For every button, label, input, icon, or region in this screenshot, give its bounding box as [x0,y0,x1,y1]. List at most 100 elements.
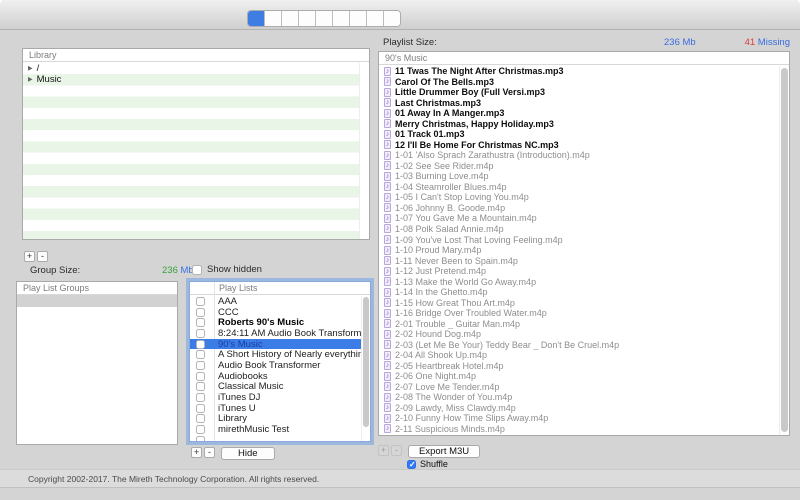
playlist-checkbox[interactable] [196,329,205,338]
file-row[interactable]: ♪Carol Of The Bells.mp3 [379,77,778,88]
files-remove-button[interactable]: - [391,445,402,456]
tab[interactable] [282,11,299,26]
file-row[interactable]: ♪2-11 Suspicious Minds.m4p [379,424,778,435]
file-row[interactable]: ♪1-13 Make the World Go Away.m4p [379,276,778,287]
audio-file-icon: ♪ [384,172,391,181]
file-row[interactable]: ♪2-05 Heartbreak Hotel.m4p [379,360,778,371]
shuffle-checkbox[interactable] [407,460,416,469]
file-row[interactable]: ♪2-02 Hound Dog.m4p [379,329,778,340]
tab[interactable] [367,11,384,26]
files-scrollbar[interactable] [779,66,789,435]
playlist-checkbox[interactable] [196,297,205,306]
playlist-checkbox[interactable] [196,340,205,349]
playlist-checkbox[interactable] [196,361,205,370]
playlist-item[interactable] [190,435,361,441]
file-row[interactable]: ♪01 Away In A Manger.mp3 [379,108,778,119]
file-row[interactable]: ♪01 Track 01.mp3 [379,129,778,140]
file-row[interactable]: ♪1-14 In the Ghetto.m4p [379,287,778,298]
playlist-item[interactable]: CCC [190,307,361,318]
library-tree-item[interactable]: ▶Music [23,74,359,85]
file-row[interactable]: ♪Merry Christmas, Happy Holiday.mp3 [379,119,778,130]
file-row[interactable]: ♪1-08 Polk Salad Annie.m4p [379,224,778,235]
playlist-groups-header: Play List Groups [17,282,177,295]
export-m3u-button[interactable]: Export M3U [408,445,480,458]
playlists-remove-button[interactable]: - [204,447,215,458]
file-row[interactable]: ♪1-02 See See Rider.m4p [379,161,778,172]
tab[interactable] [265,11,282,26]
file-row[interactable]: ♪2-07 Love Me Tender.m4p [379,381,778,392]
playlist-group-item[interactable] [17,307,177,319]
file-row[interactable]: ♪1-11 Never Been to Spain.m4p [379,255,778,266]
playlist-checkbox[interactable] [196,436,205,441]
hide-button[interactable]: Hide [221,447,275,460]
file-row[interactable]: ♪1-01 'Also Sprach Zarathustra (Introduc… [379,150,778,161]
file-row[interactable]: ♪1-07 You Gave Me a Mountain.m4p [379,213,778,224]
file-row[interactable]: ♪2-10 Funny How Time Slips Away.m4p [379,413,778,424]
playlist-item[interactable]: Audio Book Transformer [190,360,361,371]
file-row[interactable]: ♪2-01 Trouble _ Guitar Man.m4p [379,318,778,329]
playlists-buttons: +- Hide [191,447,275,460]
tab[interactable] [384,11,400,26]
playlist-item[interactable]: 90's Music [190,339,361,350]
file-row[interactable]: ♪2-04 All Shook Up.m4p [379,350,778,361]
playlists-add-button[interactable]: + [191,447,202,458]
library-tree-item[interactable]: ▶/ [23,63,359,74]
playlist-item[interactable]: 8:24:11 AM Audio Book Transformer CD [190,328,361,339]
playlist-group-item[interactable] [17,295,177,307]
file-row[interactable]: ♪2-09 Lawdy, Miss Clawdy.m4p [379,403,778,414]
file-row[interactable]: ♪1-05 I Can't Stop Loving You.m4p [379,192,778,203]
playlist-item[interactable]: AAA [190,296,361,307]
playlist-item[interactable]: Audiobooks [190,371,361,382]
file-row[interactable]: ♪1-04 Steamroller Blues.m4p [379,182,778,193]
tab[interactable] [316,11,333,26]
library-add-button[interactable]: + [24,251,35,262]
playlist-checkbox[interactable] [196,404,205,413]
playlists-scrollbar-thumb[interactable] [363,297,369,427]
file-row[interactable]: ♪1-09 You've Lost That Loving Feeling.m4… [379,234,778,245]
audio-file-icon: ♪ [384,235,391,244]
file-row[interactable]: ♪1-06 Johnny B. Goode.m4p [379,203,778,214]
file-row[interactable]: ♪1-16 Bridge Over Troubled Water.m4p [379,308,778,319]
file-row[interactable]: ♪1-15 How Great Thou Art.m4p [379,297,778,308]
playlist-checkbox[interactable] [196,308,205,317]
library-scrollbar[interactable] [359,63,369,239]
audio-file-icon: ♪ [384,330,391,339]
file-row[interactable]: ♪1-10 Proud Mary.m4p [379,245,778,256]
file-row[interactable]: ♪Little Drummer Boy (Full Versi.mp3 [379,87,778,98]
playlist-checkbox[interactable] [196,372,205,381]
show-hidden-checkbox[interactable] [192,265,202,275]
file-row[interactable]: ♪11 Twas The Night After Christmas.mp3 [379,66,778,77]
file-row[interactable]: ♪2-03 (Let Me Be Your) Teddy Bear _ Don'… [379,339,778,350]
file-row[interactable]: ♪12 I'll Be Home For Christmas NC.mp3 [379,140,778,151]
playlist-checkbox[interactable] [196,350,205,359]
playlist-item[interactable]: A Short History of Nearly everything [190,349,361,360]
playlist-item[interactable]: mirethMusic Test [190,424,361,435]
file-row[interactable]: ♪2-08 The Wonder of You.m4p [379,392,778,403]
file-row[interactable]: ♪1-03 Burning Love.m4p [379,171,778,182]
file-row[interactable]: ♪2-06 One Night.m4p [379,371,778,382]
playlist-checkbox[interactable] [196,425,205,434]
playlist-groups-panel: Play List Groups [16,281,178,445]
chevron-right-icon[interactable]: ▶ [28,65,33,73]
playlist-item[interactable]: Classical Music [190,382,361,393]
tab[interactable] [248,11,265,26]
files-scrollbar-thumb[interactable] [781,68,788,432]
audio-file-icon: ♪ [384,403,391,412]
playlists-scrollbar[interactable] [361,296,370,441]
tab[interactable] [350,11,367,26]
files-add-button[interactable]: + [378,445,389,456]
playlist-item[interactable]: Roberts 90's Music [190,317,361,328]
playlist-item[interactable]: iTunes DJ [190,392,361,403]
library-remove-button[interactable]: - [37,251,48,262]
playlist-checkbox[interactable] [196,393,205,402]
chevron-right-icon[interactable]: ▶ [28,76,33,84]
tab[interactable] [299,11,316,26]
playlist-checkbox[interactable] [196,414,205,423]
playlist-item[interactable]: Library [190,414,361,425]
playlist-item[interactable]: iTunes U [190,403,361,414]
tab[interactable] [333,11,350,26]
playlist-checkbox[interactable] [196,382,205,391]
file-row[interactable]: ♪1-12 Just Pretend.m4p [379,266,778,277]
playlist-checkbox[interactable] [196,318,205,327]
file-row[interactable]: ♪Last Christmas.mp3 [379,98,778,109]
